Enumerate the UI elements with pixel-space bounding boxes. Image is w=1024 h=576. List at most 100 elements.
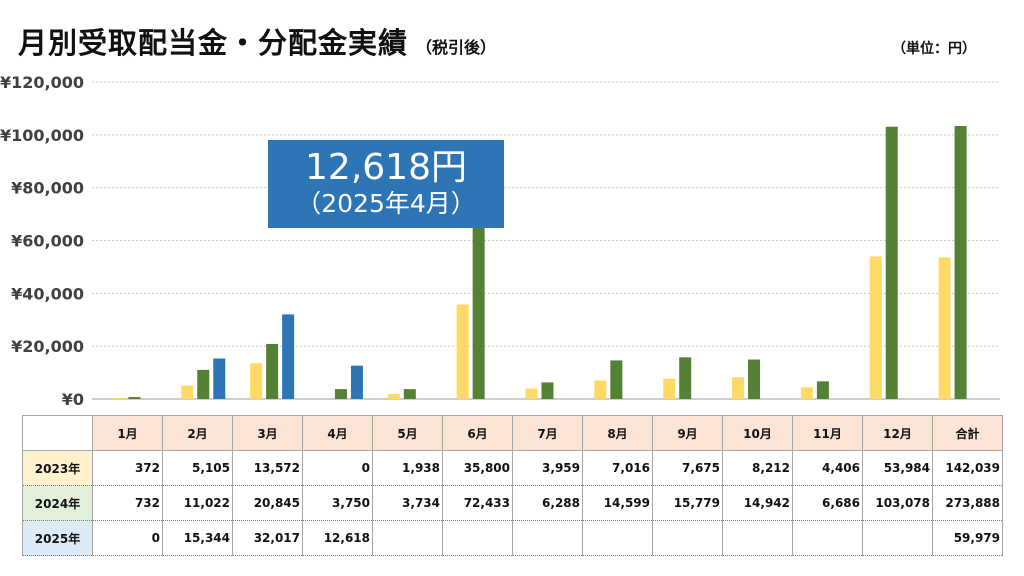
- table-cell: 32,017: [232, 520, 303, 556]
- column-header: 2月: [162, 415, 233, 451]
- table-row: 2024年 732 11,022 20,845 3,750 3,734 72,433 6,28…: [22, 485, 1003, 521]
- table-cell: [372, 520, 443, 556]
- bar: [250, 363, 263, 399]
- y-tick-label: ¥0: [62, 390, 84, 409]
- callout-amount: 12,618円: [305, 147, 467, 188]
- row-header: 2023年: [22, 450, 93, 486]
- table-cell: 3,734: [372, 485, 443, 521]
- y-tick-label: ¥60,000: [11, 232, 84, 251]
- row-header: 2025年: [22, 520, 93, 556]
- table-cell: [582, 520, 653, 556]
- table-cell: 103,078: [862, 485, 933, 521]
- table-cell: [722, 520, 793, 556]
- bar: [938, 257, 951, 399]
- bar: [181, 385, 194, 399]
- column-header: 合計: [932, 415, 1003, 451]
- table-cell: 8,212: [722, 450, 793, 486]
- bar: [869, 256, 882, 399]
- column-header: 1月: [92, 415, 163, 451]
- column-header: 7月: [512, 415, 583, 451]
- bar: [350, 365, 363, 399]
- bar: [197, 369, 210, 399]
- table-corner: [22, 415, 93, 451]
- table-cell: 5,105: [162, 450, 233, 486]
- bar: [800, 387, 813, 399]
- table-cell: 732: [92, 485, 163, 521]
- callout-period: （2025年4月）: [296, 189, 476, 218]
- column-header: 12月: [862, 415, 933, 451]
- column-header: 11月: [792, 415, 863, 451]
- bar: [403, 389, 416, 399]
- column-header: 5月: [372, 415, 443, 451]
- table-cell: 59,979: [932, 520, 1003, 556]
- bar: [213, 358, 226, 399]
- y-tick-label: ¥100,000: [0, 126, 84, 145]
- bar-chart: ¥0 ¥20,000 ¥40,000 ¥60,000 ¥80,000 ¥100,000 ¥1…: [0, 73, 1000, 409]
- column-header: 3月: [232, 415, 303, 451]
- table-cell: 72,433: [442, 485, 513, 521]
- table-cell: 0: [92, 520, 163, 556]
- table-cell: 3,750: [302, 485, 373, 521]
- column-header: 10月: [722, 415, 793, 451]
- table-cell: 142,039: [932, 450, 1003, 486]
- bar: [954, 125, 967, 400]
- bar: [816, 381, 829, 399]
- data-table: 1月 2月 3月 4月 5月 6月 7月 8月 9月 10月 11月 12月 合…: [22, 415, 1003, 556]
- table-cell: 6,686: [792, 485, 863, 521]
- table-cell: 273,888: [932, 485, 1003, 521]
- bar: [282, 314, 295, 399]
- bar: [525, 388, 538, 399]
- table-cell: 7,016: [582, 450, 653, 486]
- table-cell: 35,800: [442, 450, 513, 486]
- table-cell: 372: [92, 450, 163, 486]
- table-cell: 1,938: [372, 450, 443, 486]
- table-cell: 3,959: [512, 450, 583, 486]
- column-header: 4月: [302, 415, 373, 451]
- table-cell: 4,406: [792, 450, 863, 486]
- bar: [541, 382, 554, 399]
- table-cell: 11,022: [162, 485, 233, 521]
- y-tick-label: ¥40,000: [11, 284, 84, 303]
- bar: [334, 389, 347, 399]
- bar: [732, 377, 745, 399]
- table-cell: [442, 520, 513, 556]
- column-header: 9月: [652, 415, 723, 451]
- bar: [456, 304, 469, 399]
- bar: [610, 360, 623, 399]
- column-header: 8月: [582, 415, 653, 451]
- bar: [679, 357, 692, 399]
- bar: [128, 397, 141, 399]
- y-tick-label: ¥80,000: [11, 179, 84, 198]
- row-header: 2024年: [22, 485, 93, 521]
- table-header-row: 1月 2月 3月 4月 5月 6月 7月 8月 9月 10月 11月 12月 合…: [22, 415, 1003, 451]
- table-cell: 15,779: [652, 485, 723, 521]
- table-cell: 53,984: [862, 450, 933, 486]
- table-cell: [652, 520, 723, 556]
- column-header: 6月: [442, 415, 513, 451]
- table-cell: [862, 520, 933, 556]
- table-cell: 0: [302, 450, 373, 486]
- bar: [594, 380, 607, 399]
- bar: [885, 126, 898, 400]
- bar: [112, 398, 125, 399]
- table-cell: 13,572: [232, 450, 303, 486]
- table-cell: [792, 520, 863, 556]
- table-cell: 6,288: [512, 485, 583, 521]
- table-row: 2023年 372 5,105 13,572 0 1,938 35,800 3,959 7,01…: [22, 450, 1003, 486]
- table-cell: 12,618: [302, 520, 373, 556]
- y-tick-label: ¥20,000: [11, 337, 84, 356]
- table-cell: 20,845: [232, 485, 303, 521]
- highlight-callout: 12,618円 （2025年4月）: [268, 140, 504, 228]
- bar: [663, 378, 676, 399]
- bar: [387, 393, 400, 399]
- table-cell: 7,675: [652, 450, 723, 486]
- bar: [266, 343, 279, 399]
- y-tick-label: ¥120,000: [0, 73, 84, 92]
- table-cell: 14,942: [722, 485, 793, 521]
- table-row: 2025年 0 15,344 32,017 12,618 59,979: [22, 520, 1003, 556]
- table-cell: [512, 520, 583, 556]
- table-cell: 15,344: [162, 520, 233, 556]
- bar: [748, 359, 761, 399]
- bar: [472, 207, 485, 399]
- table-cell: 14,599: [582, 485, 653, 521]
